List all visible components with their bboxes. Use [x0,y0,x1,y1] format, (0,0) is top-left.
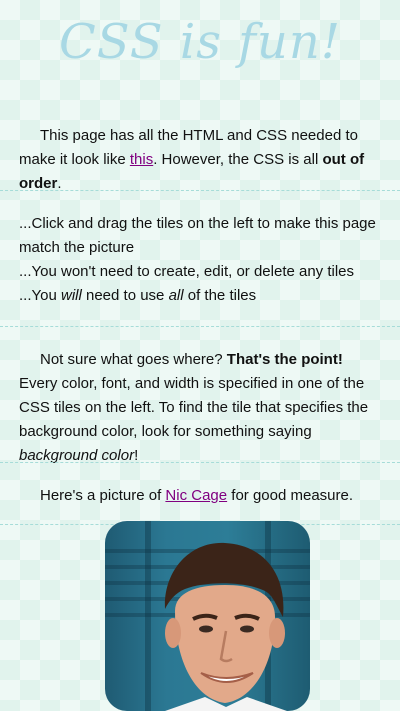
nic-cage-link[interactable]: Nic Cage [165,487,227,504]
hint-text-a: Not sure what goes where? [40,351,227,368]
instructions-block: ...Click and drag the tiles on the left … [19,212,384,308]
intro-text-middle: . However, the CSS is all [153,151,323,168]
will-emphasis: will [60,287,82,304]
picture-text-before: Here's a picture of [40,487,166,504]
picture-text-after: for good measure. [227,487,354,504]
instruction-line-3-a: ...You [19,287,61,304]
instruction-line-1: ...Click and drag the tiles on the left … [19,215,376,256]
hint-text-b: Every color, font, and width is specifie… [19,375,369,440]
divider-2 [0,326,400,327]
instruction-line-2: ...You won't need to create, edit, or de… [19,263,355,280]
divider-3 [0,462,400,463]
picture-caption: Here's a picture of Nic Cage for good me… [19,484,384,508]
portrait-illustration [164,542,287,711]
this-link[interactable]: this [130,151,153,168]
instruction-line-3-c: of the tiles [183,287,257,304]
page-title: CSS is fun! [58,14,342,70]
instruction-line-3: ...You will need to use all of the tiles [19,284,384,308]
instruction-line-3-b: need to use [81,287,169,304]
intro-paragraph: This page has all the HTML and CSS neede… [19,124,384,196]
nic-cage-photo [105,521,310,711]
hint-bold: That's the point! [226,351,343,368]
all-emphasis: all [168,287,184,304]
divider-1 [0,190,400,191]
hint-paragraph: Not sure what goes where? That's the poi… [19,348,384,468]
